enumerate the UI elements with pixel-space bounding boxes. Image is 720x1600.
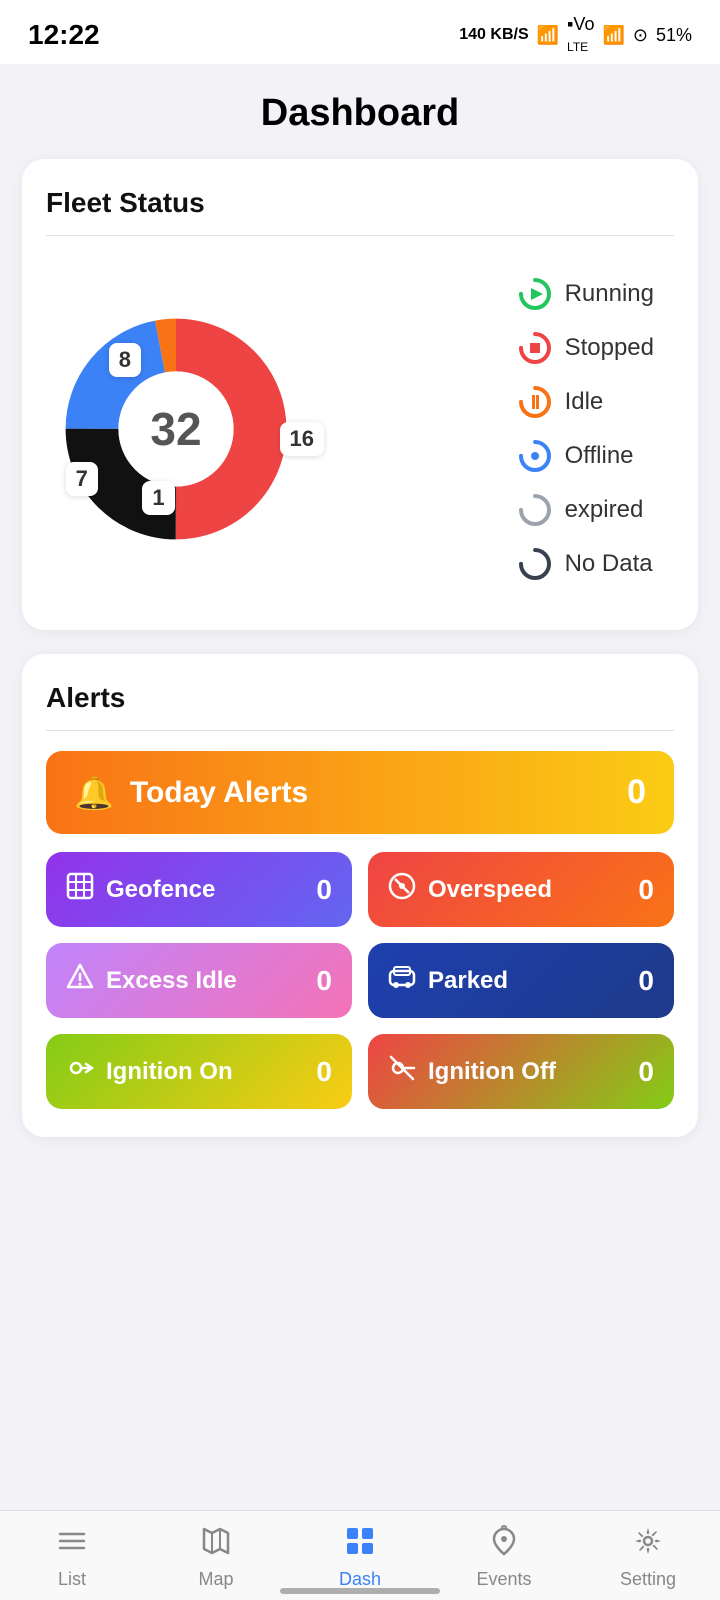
ignitionon-icon (66, 1054, 94, 1089)
status-time: 12:22 (28, 19, 100, 51)
cellular-icon: 📶 (602, 25, 624, 46)
ignitionon-label: Ignition On (106, 1058, 233, 1086)
bottom-nav: List Map Dash (0, 1510, 720, 1600)
seg-label-orange: 1 (142, 481, 174, 515)
legend-offline-label: Offline (565, 442, 634, 470)
geofence-count: 0 (316, 874, 332, 906)
legend-stopped: Stopped (517, 330, 654, 366)
legend-running-label: Running (565, 280, 654, 308)
fleet-legend: Running Stopped Idle (517, 276, 664, 582)
home-indicator (280, 1588, 440, 1594)
wifi-icon: 📶 (537, 25, 559, 46)
parked-label: Parked (428, 967, 508, 995)
legend-expired-label: expired (565, 496, 644, 524)
legend-stopped-label: Stopped (565, 334, 654, 362)
ignitionon-button[interactable]: Ignition On 0 (46, 1034, 352, 1109)
geofence-icon (66, 872, 94, 907)
nav-map[interactable]: Map (166, 1525, 266, 1590)
donut-total: 32 (150, 402, 201, 456)
overspeed-label: Overspeed (428, 876, 552, 904)
fleet-content: 32 16 8 7 1 Running (46, 256, 674, 602)
legend-expired: expired (517, 492, 654, 528)
seg-label-blue: 7 (66, 462, 98, 496)
geofence-button[interactable]: Geofence 0 (46, 852, 352, 927)
excessidle-button[interactable]: Excess Idle 0 (46, 943, 352, 1018)
expired-icon (517, 492, 553, 528)
fleet-divider (46, 235, 674, 236)
overspeed-icon (388, 872, 416, 907)
today-alerts-count: 0 (627, 773, 646, 812)
nav-dash[interactable]: Dash (310, 1525, 410, 1590)
fleet-status-card: Fleet Status 32 (22, 159, 698, 630)
legend-offline: Offline (517, 438, 654, 474)
excessidle-label: Excess Idle (106, 967, 237, 995)
parked-button[interactable]: Parked 0 (368, 943, 674, 1018)
ignitionoff-button[interactable]: Ignition Off 0 (368, 1034, 674, 1109)
legend-idle: Idle (517, 384, 654, 420)
seg-label-red: 16 (280, 422, 324, 456)
nav-list-label: List (58, 1569, 86, 1590)
fleet-status-title: Fleet Status (46, 187, 674, 219)
nav-setting-label: Setting (620, 1569, 676, 1590)
parked-icon (388, 963, 416, 998)
battery-icon: ⊙ (633, 25, 648, 46)
signal-icon: ▪VoLTE (567, 14, 594, 56)
list-icon (56, 1525, 88, 1565)
nav-events-label: Events (476, 1569, 531, 1590)
parked-count: 0 (638, 965, 654, 997)
alerts-divider (46, 730, 674, 731)
page-title: Dashboard (0, 64, 720, 159)
setting-icon (632, 1525, 664, 1565)
legend-nodata-label: No Data (565, 550, 653, 578)
offline-icon (517, 438, 553, 474)
network-speed: 140 KB/S (459, 26, 528, 44)
overspeed-button[interactable]: Overspeed 0 (368, 852, 674, 927)
legend-running: Running (517, 276, 654, 312)
dash-icon (344, 1525, 376, 1565)
idle-icon (517, 384, 553, 420)
running-icon (517, 276, 553, 312)
legend-idle-label: Idle (565, 388, 604, 416)
legend-nodata: No Data (517, 546, 654, 582)
alerts-card: Alerts 🔔 Today Alerts 0 (22, 654, 698, 1137)
geofence-label: Geofence (106, 876, 215, 904)
nav-map-label: Map (198, 1569, 233, 1590)
nav-setting[interactable]: Setting (598, 1525, 698, 1590)
events-icon (488, 1525, 520, 1565)
stopped-icon (517, 330, 553, 366)
ignitionon-count: 0 (316, 1056, 332, 1088)
battery-level: 51% (656, 25, 692, 46)
nav-events[interactable]: Events (454, 1525, 554, 1590)
today-alerts-label: Today Alerts (130, 776, 308, 810)
nav-list[interactable]: List (22, 1525, 122, 1590)
overspeed-count: 0 (638, 874, 654, 906)
status-bar: 12:22 140 KB/S 📶 ▪VoLTE 📶 ⊙ 51% (0, 0, 720, 64)
nodata-icon (517, 546, 553, 582)
alerts-title: Alerts (46, 682, 674, 714)
status-icons: 140 KB/S 📶 ▪VoLTE 📶 ⊙ 51% (459, 14, 692, 56)
today-alerts-icon: 🔔 (74, 774, 114, 812)
today-alerts-button[interactable]: 🔔 Today Alerts 0 (46, 751, 674, 834)
ignitionoff-label: Ignition Off (428, 1058, 556, 1086)
map-icon (200, 1525, 232, 1565)
ignitionoff-icon (388, 1054, 416, 1089)
main-content: Dashboard Fleet Status (0, 64, 720, 1281)
donut-chart: 32 16 8 7 1 (56, 309, 296, 549)
ignitionoff-count: 0 (638, 1056, 654, 1088)
excessidle-count: 0 (316, 965, 332, 997)
excessidle-icon (66, 963, 94, 998)
nav-dash-label: Dash (339, 1569, 381, 1590)
today-alerts-left: 🔔 Today Alerts (74, 774, 308, 812)
alert-grid: Geofence 0 Overspeed 0 (46, 852, 674, 1109)
seg-label-black: 8 (109, 343, 141, 377)
